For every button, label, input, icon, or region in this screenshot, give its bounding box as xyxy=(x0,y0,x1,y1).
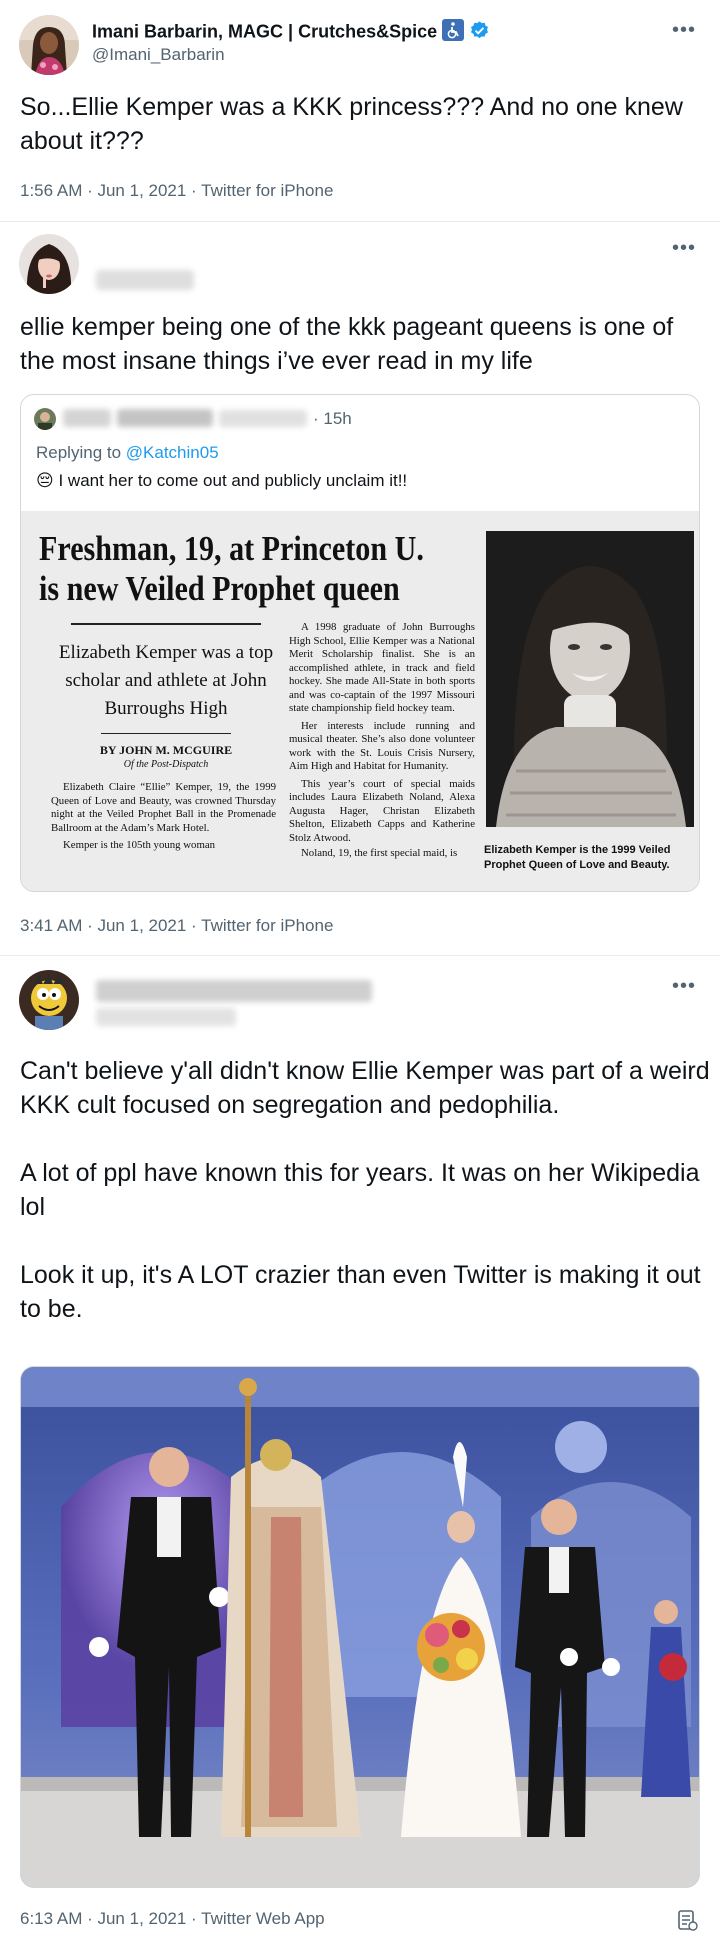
author-name-redacted xyxy=(96,270,194,290)
tweet-meta[interactable]: 6:13 AM · Jun 1, 2021 · Twitter Web App xyxy=(20,1909,325,1929)
author-avatar[interactable] xyxy=(19,234,79,294)
author-handle-redacted xyxy=(96,1008,236,1026)
quoted-tweet[interactable]: · 15h Replying to @Katchin05 😔 I want he… xyxy=(20,394,700,892)
author-handle[interactable]: @Imani_Barbarin xyxy=(92,45,225,65)
reply-handle-link[interactable]: @Katchin05 xyxy=(126,443,219,462)
quoted-time: · 15h xyxy=(313,409,352,428)
pensive-emoji: 😔 xyxy=(36,471,54,490)
clipping-subhead: Elizabeth Kemper was a top scholar and a… xyxy=(58,642,274,719)
more-options-icon[interactable]: ••• xyxy=(672,976,696,996)
tweet-meta[interactable]: 1:56 AM · Jun 1, 2021 · Twitter for iPho… xyxy=(20,181,333,201)
clipping-headline: Freshman, 19, at Princeton U. is new Vei… xyxy=(39,529,424,608)
clipping-column-1: Elizabeth Claire “Ellie” Kemper, 19, the… xyxy=(51,781,276,851)
more-options-icon[interactable]: ••• xyxy=(672,20,696,40)
quoted-handle-redacted xyxy=(219,410,307,427)
tweet-text: So...Ellie Kemper was a KKK princess??? … xyxy=(20,93,683,155)
author-avatar[interactable] xyxy=(19,15,79,75)
newspaper-clipping-image[interactable]: Freshman, 19, at Princeton U. is new Vei… xyxy=(21,511,699,891)
author-name-redacted xyxy=(96,980,372,1002)
clipping-rule-2 xyxy=(101,733,231,734)
verified-badge-icon xyxy=(469,20,490,46)
clipping-portrait-photo xyxy=(486,531,694,827)
clipping-rule xyxy=(71,623,261,625)
clipping-byline: BY JOHN M. MCGUIRE xyxy=(99,743,233,757)
clipping-byline-sub: Of the Post-Dispatch xyxy=(123,759,209,770)
wheelchair-icon xyxy=(442,19,465,46)
tweet-2: ••• ellie kemper being one of the kkk pa… xyxy=(0,222,720,956)
quoted-text: 😔 I want her to come out and publicly un… xyxy=(36,471,408,490)
tweet-1: Imani Barbarin, MAGC | Crutches&Spice @I… xyxy=(0,0,720,222)
tweet-meta[interactable]: 3:41 AM · Jun 1, 2021 · Twitter for iPho… xyxy=(20,916,333,936)
reply-context: Replying to @Katchin05 xyxy=(36,443,219,462)
tweet-3: ••• Can't believe y'all didn't know Elli… xyxy=(0,956,720,1951)
more-options-icon[interactable]: ••• xyxy=(672,238,696,258)
clipping-column-2: A 1998 graduate of John Burroughs High S… xyxy=(289,621,475,859)
author-name[interactable]: Imani Barbarin, MAGC | Crutches&Spice xyxy=(92,19,490,46)
quoted-author-redacted xyxy=(63,409,111,427)
quoted-author-redacted-2 xyxy=(117,409,213,427)
analytics-icon[interactable] xyxy=(678,1910,698,1932)
clipping-photo-caption: Elizabeth Kemper is the 1999 Veiled Prop… xyxy=(484,844,671,871)
tweet-text: Can't believe y'all didn't know Ellie Ke… xyxy=(20,1057,710,1323)
tweet-photo[interactable] xyxy=(20,1366,700,1888)
quoted-author-avatar xyxy=(34,408,56,430)
author-avatar[interactable] xyxy=(19,970,79,1030)
tweet-text: ellie kemper being one of the kkk pagean… xyxy=(20,313,674,375)
